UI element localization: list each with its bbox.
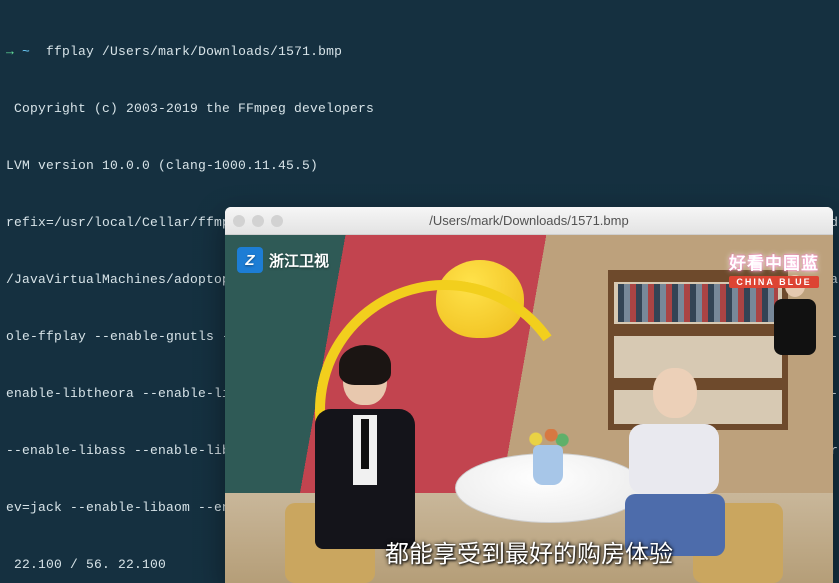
terminal-prompt-line: → ~ ffplay /Users/mark/Downloads/1571.bm… bbox=[6, 42, 833, 61]
video-frame: Z 浙江卫视 好看中国蓝 CHINA BLUE 都能享受到最好的购房体验 bbox=[225, 235, 833, 583]
program-logo: 好看中国蓝 CHINA BLUE bbox=[729, 249, 819, 288]
scene-books bbox=[618, 284, 778, 322]
terminal-output-line: LVM version 10.0.0 (clang-1000.11.45.5) bbox=[6, 156, 833, 175]
scene-vase bbox=[533, 445, 563, 485]
program-logo-ribbon: CHINA BLUE bbox=[729, 276, 819, 288]
prompt-cwd: ~ bbox=[22, 44, 30, 59]
scene-background-person bbox=[765, 275, 825, 365]
program-logo-main: 中国蓝 bbox=[765, 254, 819, 273]
channel-logo: Z 浙江卫视 bbox=[237, 247, 329, 273]
terminal-command: ffplay /Users/mark/Downloads/1571.bmp bbox=[46, 44, 342, 59]
window-titlebar[interactable]: /Users/mark/Downloads/1571.bmp bbox=[225, 207, 833, 235]
ffplay-window[interactable]: /Users/mark/Downloads/1571.bmp bbox=[225, 207, 833, 583]
channel-logo-text: 浙江卫视 bbox=[269, 250, 329, 271]
terminal-output-line: Copyright (c) 2003-2019 the FFmpeg devel… bbox=[6, 99, 833, 118]
video-subtitle: 都能享受到最好的购房体验 bbox=[225, 534, 833, 569]
channel-logo-icon: Z bbox=[237, 247, 263, 273]
program-logo-top: 好看 bbox=[729, 254, 765, 273]
window-title: /Users/mark/Downloads/1571.bmp bbox=[225, 213, 833, 228]
prompt-arrow-icon: → bbox=[6, 44, 22, 59]
